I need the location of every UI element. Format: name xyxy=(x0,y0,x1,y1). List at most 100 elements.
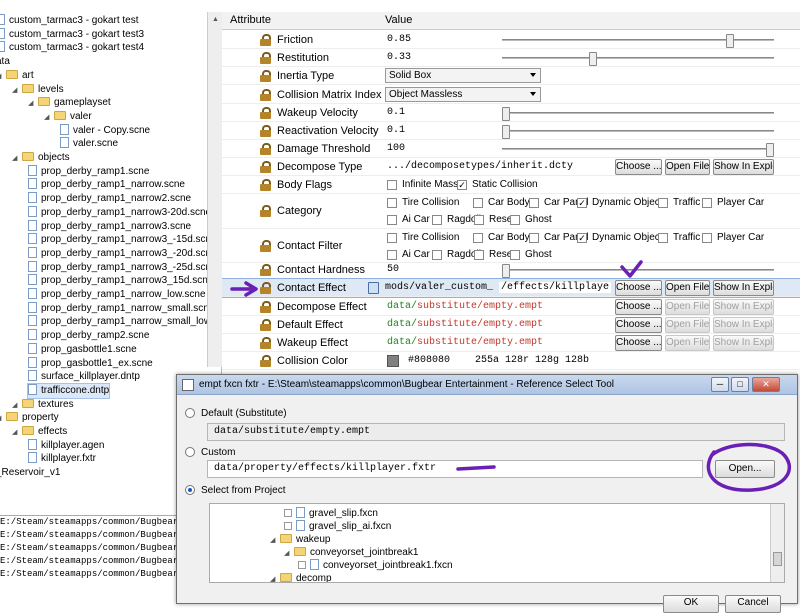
lock-icon[interactable] xyxy=(260,205,271,217)
save-icon[interactable] xyxy=(368,282,379,294)
lock-icon[interactable] xyxy=(260,107,271,119)
checkbox[interactable]: ✓ xyxy=(577,198,587,208)
tree-item[interactable]: prop_derby_ramp1_narrow3.scne xyxy=(28,219,191,234)
default-effect-value[interactable]: substitute/empty.empt xyxy=(417,319,543,330)
slider-thumb[interactable] xyxy=(726,34,735,48)
tree-item[interactable]: prop_derby_ramp1_narrow_low.scne xyxy=(28,288,206,302)
tree-item[interactable]: ata xyxy=(0,55,10,69)
decompose-effect-value[interactable]: substitute/empty.empt xyxy=(417,301,543,312)
checkbox[interactable] xyxy=(529,198,539,208)
checkbox[interactable] xyxy=(432,215,442,225)
checkbox[interactable] xyxy=(510,215,520,225)
choose-button[interactable]: Choose ... xyxy=(615,299,662,315)
tree-item[interactable]: prop_derby_ramp1_narrow3_-15d.scne xyxy=(28,233,217,247)
choose-button[interactable]: Choose ... xyxy=(615,335,662,351)
default-radio[interactable] xyxy=(185,408,195,418)
tree-item[interactable]: custom_tarmac3 - gokart test3 xyxy=(0,27,144,42)
checkbox[interactable] xyxy=(473,233,483,243)
decompose-type-value[interactable]: .../decomposetypes/inherit.dcty xyxy=(387,161,573,172)
tree-item[interactable]: killplayer.fxtr xyxy=(28,452,96,466)
expand-toggle-icon[interactable]: ◢ xyxy=(12,426,20,440)
project-tree[interactable]: gravel_slip.fxcn gravel_slip_ai.fxcn ◢ wake… xyxy=(209,503,785,583)
checkbox[interactable] xyxy=(387,215,397,225)
wakeup-effect-value[interactable]: substitute/empty.empt xyxy=(417,337,543,348)
tree-item[interactable]: prop_derby_ramp1_narrow3_-20d.scne xyxy=(28,246,217,261)
tree-item[interactable]: trafficcone.dntp xyxy=(26,382,111,399)
tree-folder[interactable]: ◢ valer xyxy=(44,110,92,124)
tree-item[interactable]: prop_derby_ramp1_narrow.scne xyxy=(28,178,185,192)
expand-toggle-icon[interactable]: ◢ xyxy=(12,152,20,166)
project-radio[interactable] xyxy=(185,485,195,495)
lock-icon[interactable] xyxy=(260,143,271,155)
tree-folder[interactable]: ◢ gameplayset xyxy=(28,96,111,110)
ok-button[interactable]: OK xyxy=(663,595,719,613)
expand-toggle-icon[interactable]: ◢ xyxy=(270,534,278,548)
reactivation-velocity-value[interactable]: 0.1 xyxy=(387,125,405,136)
checkbox[interactable] xyxy=(284,509,292,517)
project-folder[interactable]: ◢ wakeup xyxy=(270,533,330,547)
contact-hardness-value[interactable]: 50 xyxy=(387,264,399,275)
slider-thumb[interactable] xyxy=(502,107,510,121)
minimize-icon[interactable]: ─ xyxy=(711,377,729,392)
checkbox[interactable] xyxy=(387,233,397,243)
restitution-slider[interactable] xyxy=(502,52,774,66)
checkbox[interactable] xyxy=(474,250,484,260)
project-folder[interactable]: ◢ decomp xyxy=(270,572,332,582)
attribute-column-header[interactable]: Attribute xyxy=(230,14,271,26)
checkbox[interactable] xyxy=(702,233,712,243)
damage-threshold-slider[interactable] xyxy=(502,143,774,157)
tree-scrollbar[interactable]: ▲ xyxy=(207,12,222,367)
checkbox[interactable] xyxy=(387,180,397,190)
project-folder[interactable]: ◢ conveyorset_jointbreak1 xyxy=(284,546,418,560)
custom-radio[interactable] xyxy=(185,447,195,457)
scroll-up-icon[interactable]: ▲ xyxy=(208,12,223,27)
expand-toggle-icon[interactable]: ◢ xyxy=(12,84,20,98)
wakeup-velocity-value[interactable]: 0.1 xyxy=(387,107,405,118)
restitution-value[interactable]: 0.33 xyxy=(387,52,411,63)
collision-matrix-select[interactable]: Object Massless xyxy=(385,87,541,102)
show-in-explorer-button[interactable]: Show In Explo xyxy=(713,280,774,296)
scroll-thumb[interactable] xyxy=(773,552,782,566)
checkbox[interactable]: ✓ xyxy=(457,180,467,190)
checkbox[interactable]: ✓ xyxy=(577,233,587,243)
tree-folder[interactable]: ◢ property xyxy=(0,411,59,425)
tree-item[interactable]: prop_derby_ramp1_narrow2.scne xyxy=(28,192,191,206)
checkbox[interactable] xyxy=(387,250,397,260)
checkbox[interactable] xyxy=(658,198,668,208)
tree-item[interactable]: surface_killplayer.dntp xyxy=(28,370,140,384)
checkbox[interactable] xyxy=(529,233,539,243)
tree-item[interactable]: custom_tarmac3 - gokart test xyxy=(0,14,139,28)
reactivation-velocity-slider[interactable] xyxy=(502,125,774,139)
expand-toggle-icon[interactable]: ◢ xyxy=(284,547,292,561)
lock-icon[interactable] xyxy=(260,125,271,137)
open-button[interactable]: Open... xyxy=(715,460,775,478)
tree-folder[interactable]: ◢ levels xyxy=(12,83,64,97)
slider-thumb[interactable] xyxy=(502,264,510,278)
expand-toggle-icon[interactable]: ◢ xyxy=(0,70,4,84)
lock-icon[interactable] xyxy=(260,52,271,64)
inertia-type-select[interactable]: Solid Box xyxy=(385,68,541,83)
project-tree-scrollbar[interactable] xyxy=(770,504,784,582)
tree-item[interactable]: prop_derby_ramp1.scne xyxy=(28,164,149,179)
tree-folder[interactable]: ◢ textures xyxy=(12,398,74,412)
tree-item[interactable]: valer.scne xyxy=(60,137,118,151)
choose-button[interactable]: Choose ... xyxy=(615,280,662,296)
checkbox[interactable] xyxy=(473,198,483,208)
slider-thumb[interactable] xyxy=(589,52,598,66)
wakeup-velocity-slider[interactable] xyxy=(502,107,774,121)
checkbox[interactable] xyxy=(510,250,520,260)
tree-folder[interactable]: ◢ art xyxy=(0,69,34,83)
tree-item[interactable]: custom_tarmac3 - gokart test4 xyxy=(0,41,144,55)
close-icon[interactable]: ✕ xyxy=(752,377,780,392)
tree-item[interactable]: prop_derby_ramp2.scne xyxy=(28,329,149,343)
lock-icon[interactable] xyxy=(260,179,271,191)
expand-toggle-icon[interactable]: ◢ xyxy=(0,412,4,426)
tree-item[interactable]: prop_derby_ramp1_narrow3_15d.scne xyxy=(28,274,213,288)
friction-value[interactable]: 0.85 xyxy=(387,34,411,45)
friction-slider[interactable] xyxy=(502,34,774,48)
lock-icon[interactable] xyxy=(260,34,271,46)
choose-button[interactable]: Choose ... xyxy=(615,159,662,175)
checkbox[interactable] xyxy=(298,561,306,569)
expand-toggle-icon[interactable]: ◢ xyxy=(270,573,278,582)
lock-icon[interactable] xyxy=(260,282,271,294)
